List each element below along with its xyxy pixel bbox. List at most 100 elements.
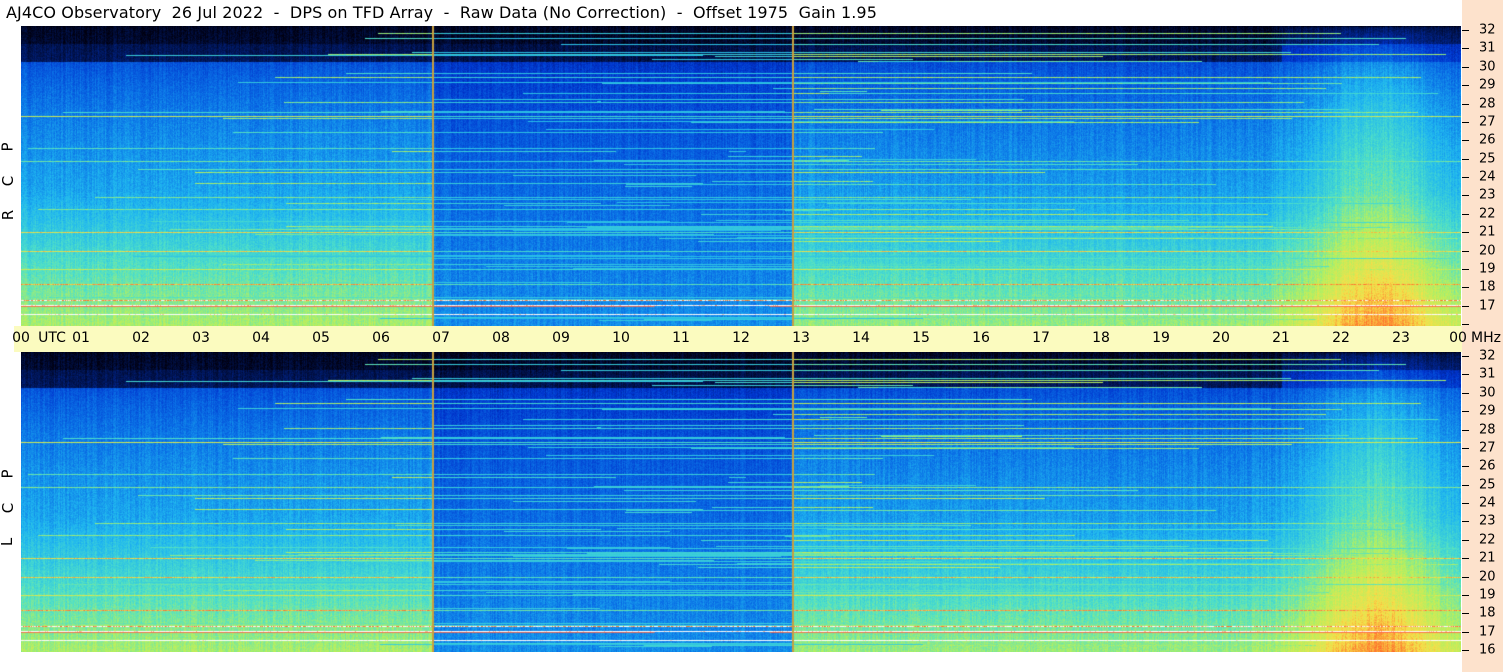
frequency-tick-mark: [1462, 484, 1469, 486]
frequency-tick-label: 22: [1479, 532, 1496, 548]
frequency-tick-label: 28: [1479, 422, 1496, 437]
spectrogram-figure: AJ4CO Observatory 26 Jul 2022 - DPS on T…: [0, 0, 1503, 672]
frequency-tick-mark: [1462, 85, 1469, 87]
frequency-tick-mark: [1462, 268, 1469, 270]
frequency-tick-mark: [1462, 177, 1469, 178]
frequency-tick-label: 21: [1479, 224, 1496, 240]
frequency-tick-mark: [1462, 48, 1469, 50]
polarization-letter: P: [0, 142, 17, 152]
frequency-tick-label: 17: [1479, 624, 1496, 640]
frequency-tick-mark: [1462, 613, 1469, 615]
frequency-tick-mark: [1462, 466, 1469, 468]
frequency-tick-label: 29: [1479, 403, 1496, 419]
polarization-letter: R: [0, 209, 18, 221]
utc-tick-label: 19: [1152, 330, 1170, 346]
mhz-unit-label: MHz: [1471, 330, 1501, 346]
polarization-letter: P: [0, 469, 17, 479]
frequency-tick-label: 28: [1479, 96, 1496, 111]
utc-tick-label: 15: [912, 330, 930, 346]
frequency-tick-label: 23: [1479, 513, 1496, 529]
utc-tick-label: 02: [132, 330, 150, 346]
frequency-tick-mark: [1462, 213, 1469, 215]
utc-tick-label: 08: [492, 330, 510, 346]
frequency-tick-mark: [1462, 103, 1469, 105]
frequency-tick-mark: [1462, 66, 1469, 68]
frequency-tick-label: 31: [1479, 40, 1496, 56]
utc-tick-label: 11: [672, 330, 690, 346]
utc-tick-label: 12: [732, 330, 750, 346]
frequency-tick-label: 24: [1479, 169, 1496, 185]
frequency-tick-label: 26: [1479, 132, 1496, 148]
utc-tick-label: 16: [972, 330, 990, 346]
frequency-tick-mark: [1462, 195, 1469, 197]
page-title: AJ4CO Observatory 26 Jul 2022 - DPS on T…: [6, 3, 877, 22]
frequency-tick-mark: [1462, 650, 1469, 651]
utc-tick-label: 22: [1332, 330, 1350, 346]
utc-tick-label: 00: [12, 330, 30, 346]
frequency-tick-mark: [1462, 558, 1469, 560]
rcp-spectrogram: [21, 26, 1461, 326]
frequency-tick-label: 17: [1479, 298, 1496, 314]
frequency-tick-mark: [1462, 521, 1469, 523]
frequency-tick-label: 26: [1479, 458, 1496, 474]
frequency-tick-mark: [1462, 392, 1469, 394]
frequency-tick-label: 29: [1479, 77, 1496, 93]
utc-tick-label: 09: [552, 330, 570, 346]
frequency-tick-label: 16: [1479, 642, 1496, 658]
frequency-tick-mark: [1462, 324, 1469, 325]
frequency-tick-label: 18: [1479, 605, 1496, 621]
frequency-tick-label: 22: [1479, 206, 1496, 222]
frequency-tick-mark: [1462, 594, 1469, 596]
frequency-tick-label: 20: [1479, 569, 1496, 584]
frequency-tick-label: 23: [1479, 187, 1496, 203]
utc-tick-label: 01: [72, 330, 90, 346]
frequency-tick-label: 27: [1479, 114, 1496, 130]
utc-tick-label: 06: [372, 330, 390, 346]
frequency-tick-label: 21: [1479, 550, 1496, 566]
utc-tick-label: 07: [432, 330, 450, 346]
utc-tick-label: 00: [1449, 330, 1467, 346]
frequency-tick-label: 19: [1479, 587, 1496, 603]
frequency-tick-mark: [1462, 232, 1469, 234]
utc-tick-label: 21: [1272, 330, 1290, 346]
frequency-tick-label: 27: [1479, 440, 1496, 456]
frequency-tick-mark: [1462, 429, 1469, 431]
utc-unit-label: UTC: [38, 330, 66, 346]
frequency-tick-mark: [1462, 631, 1469, 633]
frequency-tick-label: 25: [1479, 477, 1496, 493]
frequency-tick-label: 24: [1479, 495, 1496, 511]
utc-tick-label: 18: [1092, 330, 1110, 346]
utc-tick-label: 04: [252, 330, 270, 346]
frequency-tick-mark: [1462, 411, 1469, 413]
frequency-tick-mark: [1462, 305, 1469, 307]
frequency-tick-label: 32: [1479, 348, 1496, 364]
frequency-tick-mark: [1462, 30, 1469, 31]
frequency-tick-mark: [1462, 250, 1469, 252]
polarization-letter: C: [0, 502, 18, 514]
frequency-tick-mark: [1462, 287, 1469, 289]
frequency-tick-label: 18: [1479, 279, 1496, 295]
frequency-tick-mark: [1462, 447, 1469, 449]
frequency-tick-label: 20: [1479, 243, 1496, 258]
frequency-tick-mark: [1462, 140, 1469, 142]
lcp-spectrogram: [21, 352, 1461, 652]
frequency-tick-label: 30: [1479, 385, 1496, 401]
utc-tick-label: 17: [1032, 330, 1050, 346]
utc-tick-label: 14: [852, 330, 870, 346]
utc-tick-label: 13: [792, 330, 810, 346]
frequency-tick-label: 31: [1479, 366, 1496, 382]
frequency-tick-mark: [1462, 374, 1469, 376]
lcp-spectrogram-canvas: [21, 352, 1461, 652]
rcp-spectrogram-canvas: [21, 26, 1461, 326]
frequency-tick-mark: [1462, 158, 1469, 160]
frequency-tick-mark: [1462, 539, 1469, 541]
frequency-tick-mark: [1462, 576, 1469, 578]
utc-tick-label: 10: [612, 330, 630, 346]
frequency-tick-label: 19: [1479, 261, 1496, 277]
frequency-tick-mark: [1462, 121, 1469, 123]
frequency-tick-label: 32: [1479, 22, 1496, 38]
utc-tick-label: 05: [312, 330, 330, 346]
frequency-tick-mark: [1462, 503, 1469, 504]
utc-tick-label: 23: [1392, 330, 1410, 346]
frequency-tick-mark: [1462, 356, 1469, 357]
